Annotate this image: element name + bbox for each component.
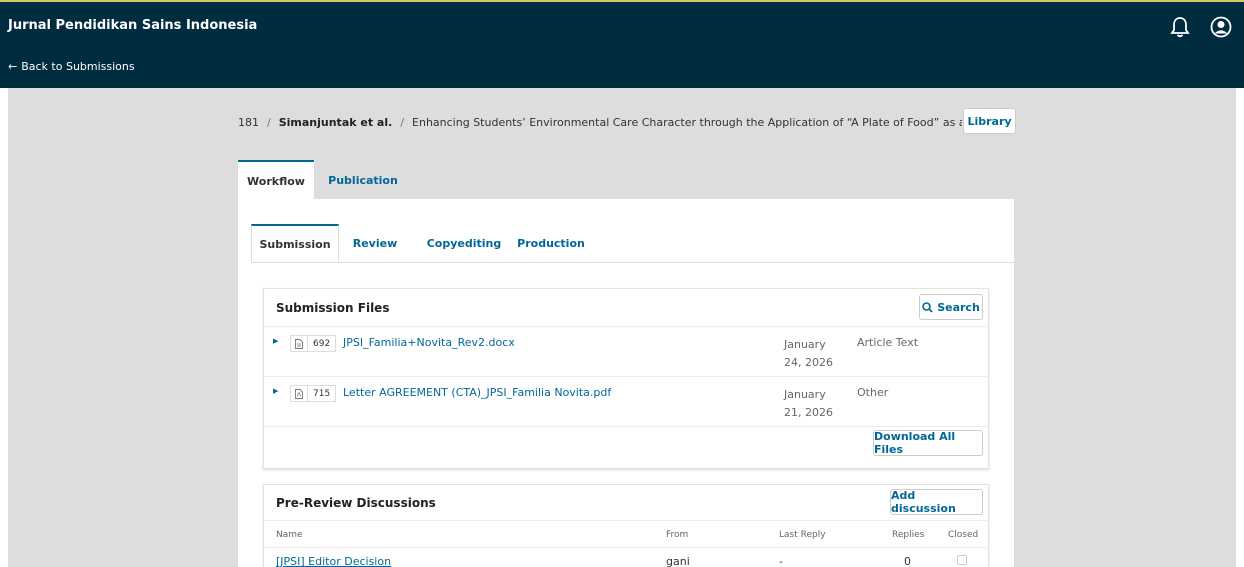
file-date: January 21, 2026 [784, 386, 844, 422]
search-icon [922, 301, 933, 313]
breadcrumb: 181 / Simanjuntak et al. / Enhancing Stu… [238, 116, 962, 129]
add-discussion-button[interactable]: Add discussion [890, 489, 983, 515]
file-row: ▶ 692 JPSI_Familia+Novita_Rev2.docx Janu… [264, 327, 988, 377]
submission-authors: Simanjuntak et al. [278, 116, 393, 129]
file-type: Other [857, 386, 889, 399]
back-to-submissions-link[interactable]: ← Back to Submissions [8, 60, 135, 73]
top-header: Jurnal Pendidikan Sains Indonesia ← Back… [0, 0, 1244, 88]
site-title[interactable]: Jurnal Pendidikan Sains Indonesia [8, 18, 257, 33]
row-divider [264, 520, 988, 521]
left-edge [0, 88, 8, 567]
subtab-production[interactable]: Production [514, 224, 588, 262]
submission-files-title: Submission Files [276, 301, 390, 315]
tab-workflow[interactable]: Workflow [238, 160, 314, 200]
file-date-line2: 24, 2026 [784, 356, 833, 369]
breadcrumb-separator: / [400, 116, 405, 129]
column-header-closed: Closed [948, 530, 979, 540]
download-all-files-button[interactable]: Download All Files [873, 430, 983, 456]
column-header-last-reply: Last Reply [779, 530, 826, 540]
discussion-from: gani [666, 555, 690, 567]
subtab-copyediting[interactable]: Copyediting [414, 224, 514, 262]
file-type: Article Text [857, 336, 919, 349]
submission-title: Enhancing Students’ Environmental Care C… [412, 116, 963, 129]
file-id: 692 [308, 335, 337, 352]
discussion-last-reply: - [779, 555, 783, 567]
column-header-name: Name [276, 530, 303, 540]
submission-files-card: Submission Files Search ▶ 692 JPSI_Famil… [263, 288, 989, 469]
discussion-replies: 0 [904, 555, 911, 567]
discussion-closed-checkbox[interactable] [957, 555, 967, 565]
search-button[interactable]: Search [919, 294, 983, 320]
file-id: 715 [308, 385, 337, 402]
row-divider [264, 426, 988, 427]
back-link-label: Back to Submissions [21, 60, 135, 73]
row-divider [264, 547, 988, 548]
column-header-from: From [666, 530, 689, 540]
file-date-line1: January [784, 388, 826, 401]
discussions-title: Pre-Review Discussions [276, 496, 436, 510]
document-file-icon [290, 335, 308, 352]
expand-triangle-icon[interactable]: ▶ [273, 387, 278, 395]
pdf-file-icon [290, 385, 308, 402]
expand-triangle-icon[interactable]: ▶ [273, 337, 278, 345]
subtab-review[interactable]: Review [346, 224, 404, 262]
breadcrumb-separator: / [267, 116, 271, 129]
subtab-submission[interactable]: Submission [251, 224, 339, 262]
file-date: January 24, 2026 [784, 336, 844, 372]
pre-review-discussions-card: Pre-Review Discussions Add discussion Na… [263, 484, 989, 567]
subtab-divider [251, 262, 1014, 263]
user-icon[interactable] [1210, 16, 1232, 38]
right-edge [1236, 88, 1244, 567]
file-name-link[interactable]: Letter AGREEMENT (CTA)_JPSI_Familia Novi… [343, 386, 611, 399]
column-header-replies: Replies [892, 530, 925, 540]
library-button[interactable]: Library [963, 108, 1016, 134]
tab-publication[interactable]: Publication [318, 160, 408, 200]
file-name-link[interactable]: JPSI_Familia+Novita_Rev2.docx [343, 336, 515, 349]
submission-id: 181 [238, 116, 259, 129]
file-date-line1: January [784, 338, 826, 351]
discussion-name-link[interactable]: [JPSI] Editor Decision [276, 555, 391, 567]
bell-icon[interactable] [1170, 16, 1190, 38]
file-date-line2: 21, 2026 [784, 406, 833, 419]
search-label: Search [937, 300, 980, 314]
back-arrow-icon: ← [8, 60, 18, 73]
file-row: ▶ 715 Letter AGREEMENT (CTA)_JPSI_Famili… [264, 377, 988, 427]
